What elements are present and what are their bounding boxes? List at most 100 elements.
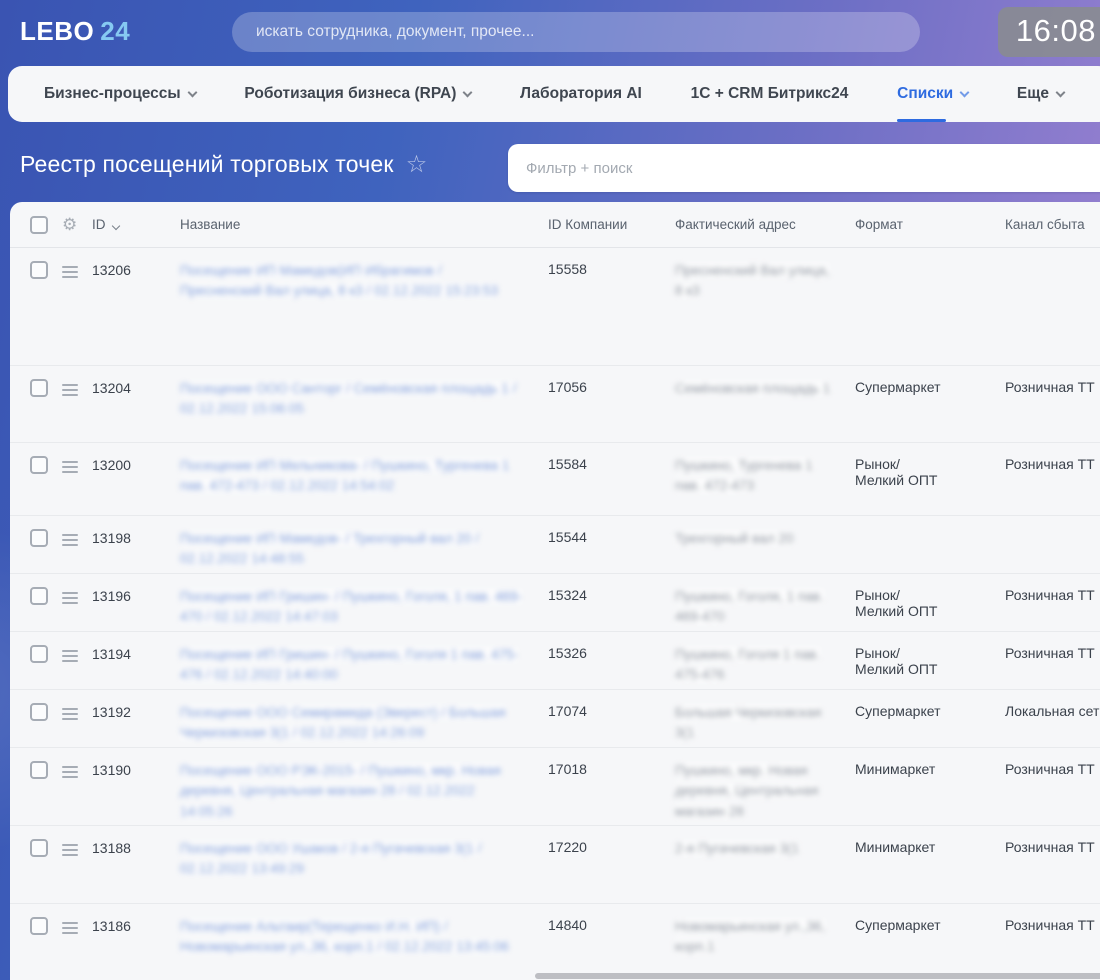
row-checkbox[interactable] (30, 379, 48, 397)
filter-search-input[interactable] (508, 160, 1100, 177)
row-menu-icon[interactable] (62, 839, 80, 856)
row-title-link[interactable]: Посещение ООО Санторг / Семёновская площ… (180, 381, 516, 416)
column-header-channel[interactable]: Канал сбыта (1005, 217, 1100, 232)
nav-item-label: Лаборатория AI (520, 85, 642, 103)
row-company-id: 17074 (548, 703, 675, 719)
table-row: 13200 Посещение ИП Мельникова- / Пушкино… (10, 443, 1100, 516)
row-checkbox[interactable] (30, 703, 48, 721)
row-checkbox[interactable] (30, 761, 48, 779)
table-row: 13206 Посещение ИП Мамедов(ИП Ибрагимов … (10, 248, 1100, 366)
column-header-format[interactable]: Формат (855, 217, 1005, 232)
row-title-link[interactable]: Посещение ИП Гришин- / Пушкино, Гоголя, … (180, 589, 522, 624)
row-menu-icon[interactable] (62, 379, 80, 396)
global-search-input[interactable] (232, 23, 920, 41)
row-address: Пресненский Вал улица, 8 к3 (675, 263, 829, 298)
row-channel: Локальная сеть (1005, 703, 1100, 719)
table-row: 13194 Посещение ИП Гришин- / Пушкино, Го… (10, 632, 1100, 690)
row-title-link[interactable]: Посещение ООО Семирамида (Эверест) / Бол… (180, 705, 506, 740)
row-format: Супермаркет (855, 379, 1005, 395)
row-title-link[interactable]: Посещение ИП Мамедов- / Трехгорный вал 2… (180, 531, 479, 566)
row-checkbox[interactable] (30, 456, 48, 474)
row-address: Пушкино, мкр. Новая деревня, Центральная… (675, 763, 818, 819)
row-checkbox[interactable] (30, 529, 48, 547)
row-company-id: 17220 (548, 839, 675, 855)
favorite-star-icon[interactable]: ☆ (406, 150, 428, 179)
chevron-down-icon (1056, 88, 1066, 98)
row-id: 13192 (92, 703, 180, 720)
row-format: Рынок/ Мелкий ОПТ (855, 587, 1005, 619)
horizontal-scrollbar[interactable] (535, 973, 1100, 979)
row-title-link[interactable]: Посещение ИП Мамедов(ИП Ибрагимов / Прес… (180, 263, 498, 298)
row-title-link[interactable]: Посещение ООО РЭК-2015- / Пушкино, мкр. … (180, 763, 501, 819)
row-channel: Розничная ТТ (1005, 456, 1100, 472)
top-bar: LEBO24 16:08 (0, 0, 1100, 64)
row-menu-icon[interactable] (62, 917, 80, 934)
table-row: 13188 Посещение ООО Ушаков / 2-я Пугачев… (10, 826, 1100, 904)
row-checkbox[interactable] (30, 645, 48, 663)
row-title-link[interactable]: Посещение Альтаир(Терещенко И.Н. ИП) / Н… (180, 919, 509, 954)
row-format: Супермаркет (855, 703, 1005, 719)
row-checkbox[interactable] (30, 839, 48, 857)
main-nav: Бизнес-процессы Роботизация бизнеса (RPA… (8, 66, 1100, 122)
row-title-link[interactable]: Посещение ИП Мельникова- / Пушкино, Тург… (180, 458, 509, 493)
filter-search-box (508, 144, 1100, 192)
row-id: 13204 (92, 379, 180, 396)
settings-gear-icon[interactable]: ⚙ (62, 216, 80, 233)
row-menu-icon[interactable] (62, 529, 80, 546)
chevron-down-icon (187, 88, 197, 98)
row-menu-icon[interactable] (62, 703, 80, 720)
row-channel: Розничная ТТ (1005, 379, 1100, 395)
row-format: Рынок/ Мелкий ОПТ (855, 456, 1005, 488)
logo-text: LEBO (20, 16, 94, 46)
column-header-address[interactable]: Фактический адрес (675, 217, 855, 232)
row-checkbox[interactable] (30, 587, 48, 605)
row-format: Супермаркет (855, 917, 1005, 933)
row-checkbox[interactable] (30, 261, 48, 279)
nav-item-1c-crm[interactable]: 1С + CRM Битрикс24 (691, 66, 849, 122)
row-address: Пушкино, Тургенева 1 пав. 472-473 (675, 458, 813, 493)
column-header-name[interactable]: Название (180, 217, 548, 232)
row-company-id: 15326 (548, 645, 675, 661)
row-address: Большая Черкизовская 3(1 (675, 705, 821, 740)
nav-item-lists[interactable]: Списки (897, 66, 968, 122)
logo-accent: 24 (100, 16, 130, 46)
row-title-link[interactable]: Посещение ООО Ушаков / 2-я Пугачевская 3… (180, 841, 481, 876)
nav-item-label: Бизнес-процессы (44, 85, 181, 103)
row-menu-icon[interactable] (62, 645, 80, 662)
row-id: 13198 (92, 529, 180, 546)
logo[interactable]: LEBO24 (20, 16, 130, 47)
nav-item-business-processes[interactable]: Бизнес-процессы (44, 66, 196, 122)
row-id: 13200 (92, 456, 180, 473)
nav-item-more[interactable]: Еще (1017, 66, 1064, 122)
clock: 16:08 (998, 7, 1100, 57)
nav-item-ai-lab[interactable]: Лаборатория AI (520, 66, 642, 122)
row-address: Пушкино, Гоголя 1 пав. 475-476 (675, 647, 820, 682)
select-all-checkbox[interactable] (30, 216, 48, 234)
row-channel: Розничная ТТ (1005, 587, 1100, 603)
row-company-id: 15324 (548, 587, 675, 603)
row-id: 13206 (92, 261, 180, 278)
row-company-id: 17056 (548, 379, 675, 395)
row-menu-icon[interactable] (62, 261, 80, 278)
row-channel: Розничная ТТ (1005, 839, 1100, 855)
row-title-link[interactable]: Посещение ИП Гришин- / Пушкино, Гоголя 1… (180, 647, 518, 682)
row-id: 13188 (92, 839, 180, 856)
chevron-down-icon (960, 88, 970, 98)
nav-item-rpa[interactable]: Роботизация бизнеса (RPA) (244, 66, 471, 122)
column-header-label: ID (92, 217, 106, 232)
row-menu-icon[interactable] (62, 761, 80, 778)
column-header-company-id[interactable]: ID Компании (548, 217, 675, 232)
row-id: 13190 (92, 761, 180, 778)
column-header-id[interactable]: ID (92, 217, 180, 232)
table-row: 13196 Посещение ИП Гришин- / Пушкино, Го… (10, 574, 1100, 632)
row-id: 13196 (92, 587, 180, 604)
table-row: 13190 Посещение ООО РЭК-2015- / Пушкино,… (10, 748, 1100, 826)
row-checkbox[interactable] (30, 917, 48, 935)
row-menu-icon[interactable] (62, 456, 80, 473)
sort-chevron-icon (111, 222, 119, 230)
chevron-down-icon (463, 88, 473, 98)
row-menu-icon[interactable] (62, 587, 80, 604)
row-format: Минимаркет (855, 839, 1005, 855)
global-search (232, 12, 920, 52)
row-address: Трехгорный вал 20 (675, 531, 793, 546)
